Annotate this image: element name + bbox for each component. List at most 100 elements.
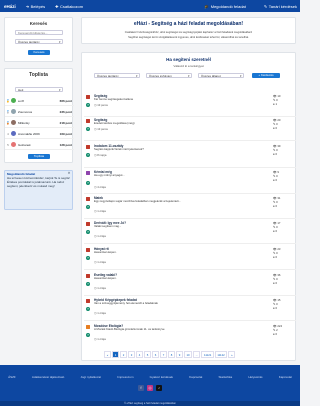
page-4[interactable]: 4: [136, 351, 143, 358]
footer-copyright: © eHázi segítség a házi feladat megoldás…: [0, 401, 300, 406]
stats: 👁 224 ✎ 2 ● 0: [273, 324, 282, 336]
stats: 👁 10 ✎ 0 ● 1: [273, 94, 281, 106]
leaderboard-row[interactable]: 4 Anomakfie 2009 169 pont: [5, 129, 74, 139]
subject-icon: [86, 299, 90, 303]
avatar: [11, 109, 16, 114]
page-9[interactable]: 9: [176, 351, 183, 358]
page-7[interactable]: 7: [160, 351, 167, 358]
page-1[interactable]: 1: [112, 351, 119, 358]
nav-teacher-questions[interactable]: ✎ Tanári kérdések: [264, 4, 297, 9]
timestamp: ◷ 1 órája: [94, 286, 106, 290]
leaderboard-row[interactable]: 5 Golcanek 128 pont: [5, 140, 74, 150]
list-item[interactable]: ? Segítség Kér benne segítségeket kellen…: [84, 93, 296, 117]
stats: 👁 9 ✎ 0 ● 0: [273, 170, 279, 182]
list-item[interactable]: ? Segítség Eredeti kérdés megoldása (még…: [84, 117, 296, 141]
help-icon: ?: [86, 230, 90, 234]
subject-icon: [86, 171, 90, 175]
timestamp: ◷ 1 órája: [94, 260, 106, 264]
page-11121[interactable]: 11121: [201, 351, 214, 358]
subject-filter[interactable]: Összes tantárgy: [94, 73, 140, 78]
facebook-icon[interactable]: f: [138, 385, 144, 391]
hero-title: eHázi - Segítség a házi feladat megoldás…: [133, 21, 244, 27]
page-next[interactable]: »: [228, 351, 236, 358]
search-button[interactable]: Keresés: [28, 50, 50, 55]
nav-register[interactable]: ✚ Csatlakozom: [55, 4, 83, 9]
list-item[interactable]: ? Kémiai még Ha egy mólnyi anyagot... ◷ …: [84, 169, 296, 194]
footer-link[interactable]: Kapcsolat: [189, 375, 202, 379]
footer-link[interactable]: Helyesírás: [248, 375, 262, 379]
list-item[interactable]: ? Hybrid Képgépkepek feladat Van a szöve…: [84, 297, 296, 321]
help-icon: ?: [86, 181, 90, 185]
help-icon: ?: [86, 127, 90, 131]
leaderboard-title: Toplista: [29, 72, 48, 78]
list-item[interactable]: ? Irodalom 11.osztály Segítés kapjunk! E…: [84, 143, 296, 168]
timestamp: ◷ 13 perce: [94, 127, 109, 131]
page-6[interactable]: 6: [152, 351, 159, 358]
grade-filter[interactable]: Összes évfolyam: [146, 73, 192, 78]
page-prev[interactable]: «: [104, 351, 111, 358]
brand-logo[interactable]: eHázi: [4, 4, 16, 9]
page-3[interactable]: 3: [128, 351, 135, 358]
pagination: « 1 2 3 4 5 6 7 8 9 10 ... 11121 11122 »: [104, 351, 236, 358]
avatar: [11, 131, 16, 136]
timestamp: ◷ 13 perce: [94, 103, 109, 107]
subject-icon: [86, 145, 90, 149]
subject-icon: [86, 119, 90, 123]
page-ellipsis: ...: [193, 351, 201, 358]
timestamp: ◷ 1 órája: [94, 311, 106, 315]
hero-panel: eHázi - Segítség a házi feladat megoldás…: [81, 17, 296, 44]
avatar: [11, 142, 16, 147]
subject-icon: [86, 95, 90, 99]
warning-icon: [86, 325, 90, 329]
page-11122[interactable]: 11122: [214, 351, 228, 358]
leaderboard-row[interactable]: 🥉 Milkunky 218 pont: [5, 118, 74, 128]
search-panel: Keresés Keresendő kifejezés... Összes ta…: [4, 17, 73, 62]
list-item[interactable]: ? Derivált: Igy mee Jó? Valaki segítsen …: [84, 220, 296, 244]
stats: 👁 31 ✎ 0 ● 0: [273, 196, 281, 208]
nav-right: 🎓 Megoldandó feladat ✎ Tanári kérdések: [194, 0, 297, 12]
ask-question-button[interactable]: + Kérdezés: [252, 73, 280, 78]
leaderboard-row[interactable]: 🥈 Zoumonos 236 pont: [5, 107, 74, 117]
list-item[interactable]: ? Esetleg valaki? Hasonlóan képen. ◷ 1 ó…: [84, 272, 296, 296]
status-filter[interactable]: Összes állapot: [198, 73, 244, 78]
list-item[interactable]: ? Hányat rit Hasonlóan képen. ◷ 1 órája …: [84, 246, 296, 270]
graduation-icon: 🎓: [204, 3, 210, 9]
leaderboard-row[interactable]: 🥇 a.n8 666 pont: [5, 96, 74, 106]
footer-links: ÁSZF Adatkezelési tájékoztató Jogi nyila…: [0, 375, 300, 379]
stats: 👁 17 ✎ 0 ● 0: [273, 221, 281, 233]
subject-icon: [86, 274, 90, 278]
page-8[interactable]: 8: [168, 351, 175, 358]
nav-login[interactable]: ➔ Belépés: [26, 4, 45, 9]
footer-link[interactable]: Jogi nyilatkozat: [80, 375, 101, 379]
list-item[interactable]: ? Mosdóse Etológia? A Mozaik Kiadó Bioló…: [84, 323, 296, 347]
help-icon: ?: [86, 153, 90, 157]
list-item[interactable]: ? Matek Egy négyzetlapú sugár mozdítva f…: [84, 195, 296, 219]
page-2[interactable]: 2: [120, 351, 127, 358]
instagram-icon[interactable]: ◎: [147, 385, 153, 391]
timestamp: ◷ 1 órája: [94, 337, 106, 341]
footer-link[interactable]: Gyakori kérdések: [150, 375, 173, 379]
help-icon: ?: [86, 307, 90, 311]
leaderboard-panel: Toplista Heti 🥇a.n8666 pont 🥈Zoumonos236…: [4, 68, 74, 163]
footer-link[interactable]: Statisztika: [219, 375, 233, 379]
subject-select[interactable]: Összes tantárgy: [15, 39, 63, 44]
tiktok-icon[interactable]: ♪: [156, 385, 162, 391]
leaderboard-more-button[interactable]: Toplista: [28, 154, 50, 159]
footer-link[interactable]: Impresszum: [117, 375, 133, 379]
help-icon: ?: [86, 256, 90, 260]
footer-link[interactable]: Kapcsolat: [279, 375, 292, 379]
login-icon: ➔: [25, 3, 30, 9]
nav-tasks[interactable]: 🎓 Megoldandó feladat: [204, 4, 246, 9]
subject-icon: [86, 222, 90, 226]
close-icon[interactable]: ✕: [68, 171, 71, 176]
footer-link[interactable]: Adatkezelési tájékoztató: [32, 375, 64, 379]
page-5[interactable]: 5: [144, 351, 151, 358]
footer-link[interactable]: ÁSZF: [8, 375, 16, 379]
hero-line1: Csatlakozz közösségünkhöz, ahol segítség…: [124, 31, 253, 34]
timestamp: ◷ 4 órája: [94, 185, 106, 189]
period-select[interactable]: Heti: [15, 87, 63, 92]
search-input[interactable]: Keresendő kifejezés...: [15, 30, 63, 35]
timestamp: ◷ 1 órája: [94, 209, 106, 213]
stats: 👁 23 ✎ 0 ● 0: [273, 247, 281, 259]
page-10[interactable]: 10: [184, 351, 193, 358]
